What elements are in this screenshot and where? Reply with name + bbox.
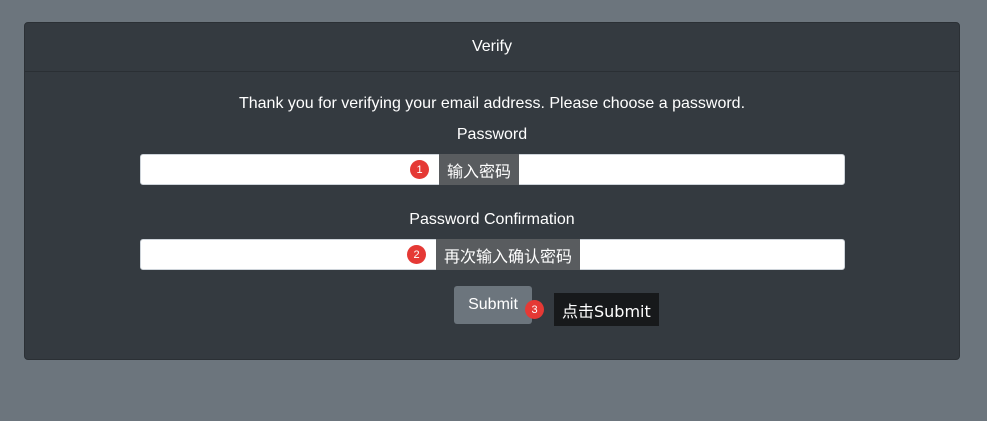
password-confirmation-label: Password Confirmation — [409, 211, 575, 228]
step-tooltip-1-text: 输入密码 — [447, 161, 512, 181]
step-tooltip-3: 点击Submit — [554, 293, 659, 326]
step-tooltip-1: 输入密码 — [439, 154, 520, 185]
step-badge-2: 2 — [407, 245, 426, 264]
intro-text: Thank you for verifying your email addre… — [238, 95, 746, 112]
card-title: Verify — [471, 38, 512, 55]
step-tooltip-2: 再次输入确认密码 — [436, 239, 581, 270]
step-tooltip-3-text: 点击Submit — [562, 301, 651, 321]
step-badge-1: 1 — [410, 160, 429, 179]
password-label: Password — [456, 126, 528, 143]
card-header: Verify — [25, 23, 959, 72]
submit-button[interactable]: Submit — [454, 286, 532, 324]
step-badge-3: 3 — [525, 300, 544, 319]
verify-card: Verify Thank you for verifying your emai… — [24, 22, 960, 360]
step-tooltip-2-text: 再次输入确认密码 — [444, 246, 573, 266]
